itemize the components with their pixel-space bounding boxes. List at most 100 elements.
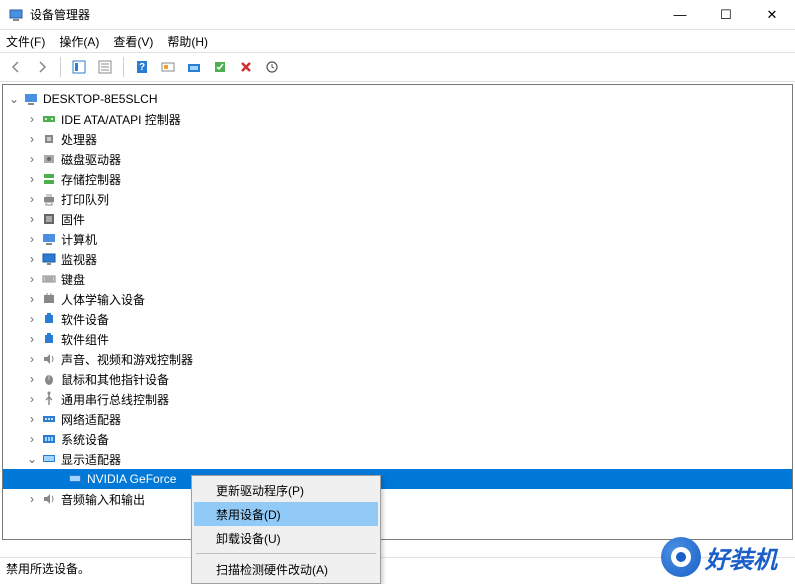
- expander-icon[interactable]: [25, 492, 39, 506]
- node-label: 音频输入和输出: [61, 491, 145, 508]
- status-text: 禁用所选设备。: [6, 560, 196, 577]
- node-label: 通用串行总线控制器: [61, 391, 169, 408]
- node-label: 磁盘驱动器: [61, 151, 121, 168]
- tree-root[interactable]: DESKTOP-8E5SLCH: [3, 89, 792, 109]
- expander-icon[interactable]: [25, 252, 39, 266]
- hid-icon: [41, 291, 57, 307]
- menubar: 文件(F) 操作(A) 查看(V) 帮助(H): [0, 30, 795, 52]
- leaf-label: NVIDIA GeForce: [87, 472, 176, 486]
- menu-item-uninstall-device[interactable]: 卸载设备(U): [194, 526, 378, 550]
- expander-icon[interactable]: [25, 112, 39, 126]
- expander-icon[interactable]: [25, 352, 39, 366]
- node-label: 显示适配器: [61, 451, 121, 468]
- expander-icon[interactable]: [25, 212, 39, 226]
- menu-view[interactable]: 查看(V): [113, 33, 153, 50]
- tree-node[interactable]: 人体学输入设备: [3, 289, 792, 309]
- minimize-button[interactable]: —: [657, 0, 703, 30]
- expander-icon[interactable]: [25, 172, 39, 186]
- expander-icon[interactable]: [25, 332, 39, 346]
- tree-node[interactable]: 打印队列: [3, 189, 792, 209]
- node-label: 打印队列: [61, 191, 109, 208]
- node-label: 网络适配器: [61, 411, 121, 428]
- tree-node[interactable]: 固件: [3, 209, 792, 229]
- expander-icon[interactable]: [25, 452, 39, 466]
- tree-node[interactable]: 监视器: [3, 249, 792, 269]
- system-icon: [41, 431, 57, 447]
- expander-icon[interactable]: [25, 432, 39, 446]
- node-label: 软件组件: [61, 331, 109, 348]
- root-label: DESKTOP-8E5SLCH: [43, 92, 158, 106]
- tree-node[interactable]: 计算机: [3, 229, 792, 249]
- titlebar: 设备管理器 — ☐ ✕: [0, 0, 795, 30]
- tree-node-audio-io[interactable]: 音频输入和输出: [3, 489, 792, 509]
- tree-node[interactable]: 存储控制器: [3, 169, 792, 189]
- help-button[interactable]: ?: [130, 55, 154, 79]
- menu-action[interactable]: 操作(A): [59, 33, 99, 50]
- printer-icon: [41, 191, 57, 207]
- expander-icon[interactable]: [25, 372, 39, 386]
- properties-button[interactable]: [93, 55, 117, 79]
- audio-icon: [41, 351, 57, 367]
- tree-node[interactable]: 键盘: [3, 269, 792, 289]
- device-tree-container: DESKTOP-8E5SLCH IDE ATA/ATAPI 控制器处理器磁盘驱动…: [2, 84, 793, 540]
- tree-node[interactable]: 软件组件: [3, 329, 792, 349]
- node-label: 处理器: [61, 131, 97, 148]
- menu-item-scan-hardware[interactable]: 扫描检测硬件改动(A): [194, 557, 378, 581]
- expander-icon[interactable]: [25, 412, 39, 426]
- tree-node[interactable]: 通用串行总线控制器: [3, 389, 792, 409]
- update-driver-button[interactable]: [182, 55, 206, 79]
- tree-node[interactable]: 磁盘驱动器: [3, 149, 792, 169]
- cpu-icon: [41, 131, 57, 147]
- tree-node[interactable]: 声音、视频和游戏控制器: [3, 349, 792, 369]
- menu-file[interactable]: 文件(F): [6, 33, 45, 50]
- show-hide-button[interactable]: [67, 55, 91, 79]
- watermark-logo-icon: [661, 537, 701, 577]
- tree-node[interactable]: 处理器: [3, 129, 792, 149]
- disk-icon: [41, 151, 57, 167]
- tree-node[interactable]: 鼠标和其他指针设备: [3, 369, 792, 389]
- expander-icon[interactable]: [25, 292, 39, 306]
- node-label: 软件设备: [61, 311, 109, 328]
- expander-icon[interactable]: [25, 312, 39, 326]
- menu-help[interactable]: 帮助(H): [167, 33, 208, 50]
- watermark-text: 好装机: [705, 540, 777, 575]
- node-label: 监视器: [61, 251, 97, 268]
- toolbar: ?: [0, 52, 795, 82]
- expander-icon[interactable]: [25, 192, 39, 206]
- expander-icon[interactable]: [25, 392, 39, 406]
- mouse-icon: [41, 371, 57, 387]
- back-button[interactable]: [4, 55, 28, 79]
- enable-button[interactable]: [208, 55, 232, 79]
- computer-icon: [41, 231, 57, 247]
- firmware-icon: [41, 211, 57, 227]
- menu-item-disable-device[interactable]: 禁用设备(D): [194, 502, 378, 526]
- expander-icon[interactable]: [25, 232, 39, 246]
- expander-none: [51, 472, 65, 486]
- tree-leaf-nvidia[interactable]: NVIDIA GeForce: [3, 469, 792, 489]
- tree-node-display-adapters[interactable]: 显示适配器: [3, 449, 792, 469]
- expander-icon[interactable]: [25, 152, 39, 166]
- tree-node[interactable]: 网络适配器: [3, 409, 792, 429]
- window-controls: — ☐ ✕: [657, 0, 795, 30]
- display-adapter-icon: [41, 451, 57, 467]
- tree-node[interactable]: 系统设备: [3, 429, 792, 449]
- node-label: 存储控制器: [61, 171, 121, 188]
- uninstall-button[interactable]: [234, 55, 258, 79]
- scan-button[interactable]: [156, 55, 180, 79]
- expander-icon[interactable]: [25, 132, 39, 146]
- expander-icon[interactable]: [25, 272, 39, 286]
- menu-item-update-driver[interactable]: 更新驱动程序(P): [194, 478, 378, 502]
- refresh-button[interactable]: [260, 55, 284, 79]
- computer-icon: [23, 91, 39, 107]
- node-label: 键盘: [61, 271, 85, 288]
- expander-icon[interactable]: [7, 92, 21, 106]
- tree-node[interactable]: IDE ATA/ATAPI 控制器: [3, 109, 792, 129]
- context-menu: 更新驱动程序(P) 禁用设备(D) 卸载设备(U) 扫描检测硬件改动(A): [191, 475, 381, 584]
- svg-text:?: ?: [139, 62, 145, 73]
- close-button[interactable]: ✕: [749, 0, 795, 30]
- tree-node[interactable]: 软件设备: [3, 309, 792, 329]
- forward-button[interactable]: [30, 55, 54, 79]
- node-label: 声音、视频和游戏控制器: [61, 351, 193, 368]
- maximize-button[interactable]: ☐: [703, 0, 749, 30]
- app-icon: [8, 7, 24, 23]
